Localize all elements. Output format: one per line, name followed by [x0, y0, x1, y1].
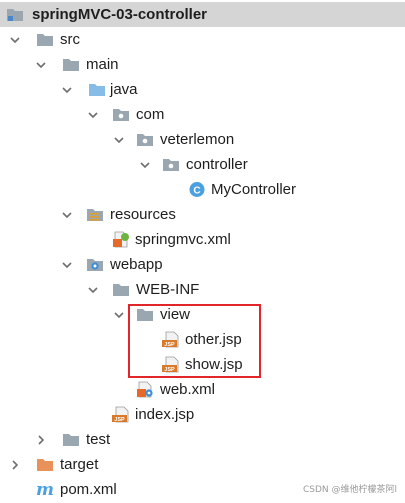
- web-folder-icon: [86, 256, 104, 273]
- resources-folder-icon: [86, 206, 104, 223]
- tree-label: src: [60, 31, 80, 48]
- tree-row-resources[interactable]: resources: [0, 202, 405, 227]
- package-icon: [136, 131, 154, 148]
- folder-icon: [112, 281, 130, 298]
- project-name: springMVC-03-controller: [32, 6, 208, 23]
- tree-label: main: [86, 56, 119, 73]
- tree-label: web.xml: [160, 381, 216, 398]
- chevron-right-icon[interactable]: [34, 427, 48, 452]
- web-xml-icon: [136, 381, 154, 398]
- jsp-file-icon: JSP: [112, 406, 130, 423]
- tree-row-mycontroller[interactable]: C MyController: [0, 177, 405, 202]
- tree-row-java[interactable]: java: [0, 77, 405, 102]
- tree-label: webapp: [110, 256, 163, 273]
- tree-row-project[interactable]: springMVC-03-controller: [0, 2, 405, 27]
- java-class-icon: C: [188, 181, 206, 198]
- tree-label: java: [110, 81, 138, 98]
- tree-label: MyController: [211, 181, 297, 198]
- tree-label: controller: [186, 156, 248, 173]
- chevron-down-icon[interactable]: [112, 127, 126, 152]
- tree-row-main[interactable]: main: [0, 52, 405, 77]
- tree-row-target[interactable]: target: [0, 452, 405, 477]
- module-folder-icon: [6, 6, 24, 23]
- tree-row-src[interactable]: src: [0, 27, 405, 52]
- chevron-down-icon[interactable]: [60, 252, 74, 277]
- tree-label: test: [86, 431, 111, 448]
- tree-label: index.jsp: [135, 406, 195, 423]
- chevron-down-icon[interactable]: [138, 152, 152, 177]
- chevron-down-icon[interactable]: [60, 77, 74, 102]
- chevron-right-icon[interactable]: [8, 452, 22, 477]
- folder-icon: [62, 431, 80, 448]
- folder-icon: [62, 56, 80, 73]
- tree-label: veterlemon: [160, 131, 235, 148]
- tree-row-webapp[interactable]: webapp: [0, 252, 405, 277]
- chevron-down-icon[interactable]: [86, 102, 100, 127]
- spring-xml-icon: [112, 231, 130, 248]
- tree-row-web-xml[interactable]: web.xml: [0, 377, 405, 402]
- svg-text:C: C: [193, 186, 200, 197]
- package-icon: [162, 156, 180, 173]
- tree-row-web-inf[interactable]: WEB-INF: [0, 277, 405, 302]
- svg-text:JSP: JSP: [114, 417, 125, 423]
- chevron-down-icon[interactable]: [112, 302, 126, 327]
- project-tree: springMVC-03-controller src main java co…: [0, 0, 405, 503]
- highlight-box: [128, 304, 261, 378]
- folder-icon: [36, 31, 54, 48]
- source-folder-icon: [88, 81, 106, 98]
- chevron-down-icon[interactable]: [60, 202, 74, 227]
- tree-row-index-jsp[interactable]: JSP index.jsp: [0, 402, 405, 427]
- tree-label: WEB-INF: [136, 281, 200, 298]
- chevron-down-icon[interactable]: [34, 52, 48, 77]
- maven-icon: m: [36, 480, 54, 500]
- tree-label: target: [60, 456, 99, 473]
- chevron-down-icon[interactable]: [8, 27, 22, 52]
- tree-row-veterlemon[interactable]: veterlemon: [0, 127, 405, 152]
- tree-label: resources: [110, 206, 176, 223]
- package-icon: [112, 106, 130, 123]
- tree-row-com[interactable]: com: [0, 102, 405, 127]
- chevron-down-icon[interactable]: [86, 277, 100, 302]
- tree-label: com: [136, 106, 165, 123]
- tree-row-controller[interactable]: controller: [0, 152, 405, 177]
- tree-label: pom.xml: [60, 481, 117, 498]
- tree-row-test[interactable]: test: [0, 427, 405, 452]
- excluded-folder-icon: [36, 456, 54, 473]
- tree-row-springmvc-xml[interactable]: springmvc.xml: [0, 227, 405, 252]
- svg-text:m: m: [36, 481, 54, 498]
- tree-label: springmvc.xml: [135, 231, 231, 248]
- watermark: CSDN @维他柠檬茶阿l: [302, 485, 397, 495]
